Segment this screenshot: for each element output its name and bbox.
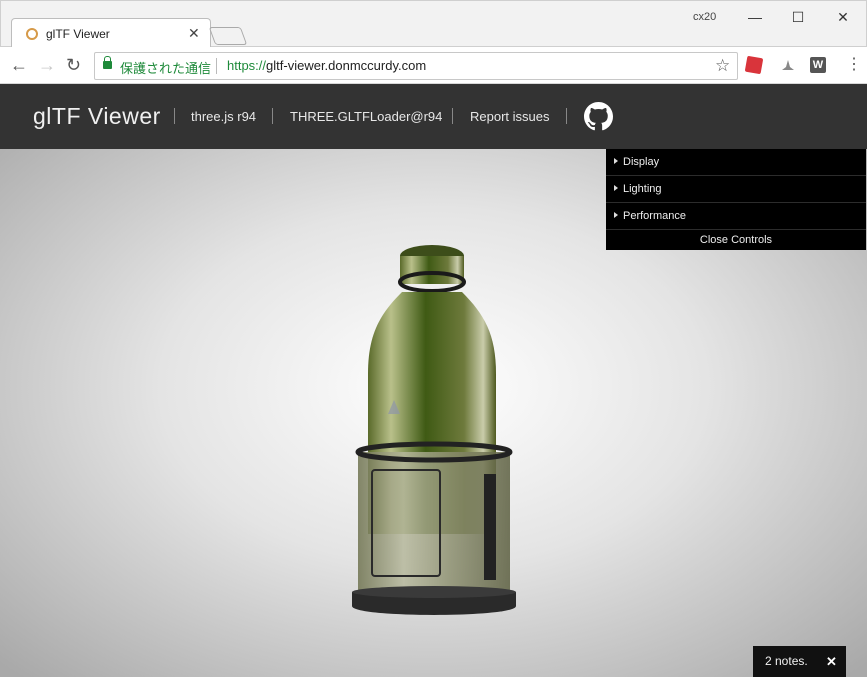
reload-button[interactable]: ↻ bbox=[66, 55, 81, 75]
folder-label: Lighting bbox=[623, 183, 662, 195]
forward-button[interactable]: → bbox=[38, 55, 56, 75]
lock-icon bbox=[103, 56, 112, 69]
back-button[interactable]: ← bbox=[10, 55, 28, 75]
notes-badge[interactable]: 2 notes. ✕ bbox=[753, 646, 846, 677]
gltfloader-version-link[interactable]: THREE.GLTFLoader@r94 bbox=[290, 109, 442, 124]
secure-label: 保護された通信 bbox=[120, 61, 212, 76]
extension-hat-icon[interactable] bbox=[780, 57, 796, 73]
caret-right-icon bbox=[614, 185, 618, 192]
notes-close-icon[interactable]: ✕ bbox=[826, 646, 837, 677]
app-title[interactable]: glTF Viewer bbox=[33, 103, 161, 130]
browser-titlebar: glTF Viewer ✕ cx20 — ☐ ✕ bbox=[0, 0, 867, 48]
browser-tab[interactable]: glTF Viewer ✕ bbox=[11, 18, 211, 48]
caret-right-icon bbox=[614, 212, 618, 219]
header-separator bbox=[452, 108, 453, 124]
bookmark-star-icon[interactable]: ☆ bbox=[715, 56, 730, 76]
controls-folder-lighting[interactable]: Lighting bbox=[606, 176, 866, 203]
app-header: glTF Viewer three.js r94 THREE.GLTFLoade… bbox=[0, 84, 867, 149]
url-scheme: https:// bbox=[227, 58, 267, 73]
url-host: gltf-viewer.donmccurdy.com bbox=[266, 58, 427, 73]
header-separator bbox=[566, 108, 567, 124]
browser-menu-icon[interactable]: ⋮ bbox=[846, 55, 862, 75]
tab-title: glTF Viewer bbox=[46, 27, 110, 41]
github-icon[interactable] bbox=[584, 102, 613, 131]
window-maximize-button[interactable]: ☐ bbox=[786, 7, 810, 27]
report-issues-link[interactable]: Report issues bbox=[470, 109, 549, 124]
controls-panel: Display Lighting Performance Close Contr… bbox=[606, 149, 866, 250]
controls-folder-display[interactable]: Display bbox=[606, 149, 866, 176]
gltf-favicon-icon bbox=[26, 28, 38, 40]
folder-label: Display bbox=[623, 156, 660, 168]
tab-close-icon[interactable]: ✕ bbox=[188, 25, 200, 41]
omnibox-divider bbox=[216, 58, 217, 74]
close-controls-button[interactable]: Close Controls bbox=[606, 230, 866, 250]
address-bar[interactable]: 保護された通信 https://gltf-viewer.donmccurdy.c… bbox=[94, 52, 738, 80]
header-separator bbox=[272, 108, 273, 124]
window-close-button[interactable]: ✕ bbox=[831, 7, 855, 27]
browser-toolbar: ← → ↻ 保護された通信 https://gltf-viewer.donmcc… bbox=[0, 47, 867, 84]
url-text[interactable]: https://gltf-viewer.donmccurdy.com bbox=[227, 58, 426, 73]
extension-w-icon[interactable]: W bbox=[810, 57, 826, 73]
extension-red-icon[interactable] bbox=[744, 55, 764, 75]
profile-label[interactable]: cx20 bbox=[693, 11, 716, 23]
caret-right-icon bbox=[614, 158, 618, 165]
bottle-model bbox=[352, 245, 516, 615]
controls-folder-performance[interactable]: Performance bbox=[606, 203, 866, 230]
notes-label: 2 notes. bbox=[765, 654, 808, 668]
folder-label: Performance bbox=[623, 210, 686, 222]
threejs-version-link[interactable]: three.js r94 bbox=[191, 109, 256, 124]
new-tab-button[interactable] bbox=[208, 27, 248, 45]
window-minimize-button[interactable]: — bbox=[743, 7, 767, 27]
header-separator bbox=[174, 108, 175, 124]
